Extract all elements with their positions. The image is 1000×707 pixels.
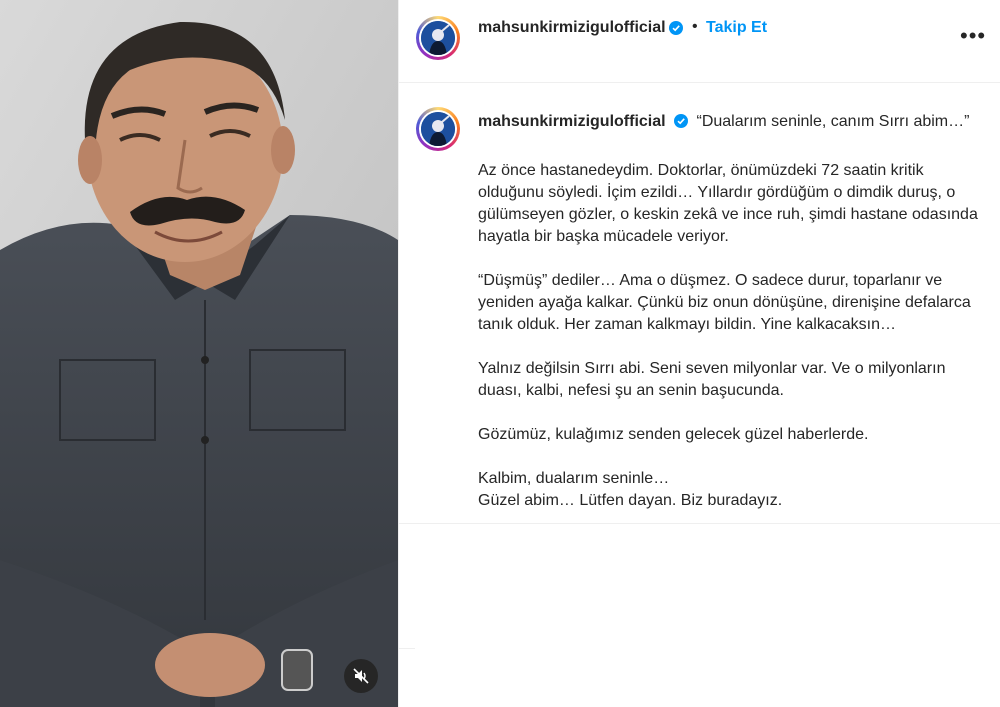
header-username[interactable]: mahsunkirmizigulofficial bbox=[478, 19, 666, 37]
caption-first-line: mahsunkirmizigulofficial “Dualarım senin… bbox=[478, 113, 998, 131]
separator-dot: • bbox=[692, 18, 698, 35]
avatar-image bbox=[421, 112, 455, 146]
caption-divider bbox=[399, 523, 1000, 524]
bottom-divider-fragment bbox=[399, 648, 415, 649]
verified-badge-icon bbox=[674, 114, 689, 128]
caption-quote: “Dualarım seninle, canım Sırrı abim…” bbox=[696, 113, 970, 130]
follow-button[interactable]: Takip Et bbox=[706, 19, 767, 37]
caption-paragraph: Kalbim, dualarım seninle… Güzel abim… Lü… bbox=[478, 470, 783, 509]
caption-body: Az önce hastanedeydim. Doktorlar, önümüz… bbox=[478, 160, 990, 534]
post-sidebar: mahsunkirmizigulofficial • Takip Et ••• … bbox=[399, 0, 1000, 707]
avatar[interactable] bbox=[416, 16, 460, 60]
mute-button[interactable] bbox=[344, 659, 378, 693]
caption-paragraph: Yalnız değilsin Sırrı abi. Seni seven mi… bbox=[478, 360, 946, 399]
post-media[interactable] bbox=[0, 0, 398, 707]
caption-paragraph: “Düşmüş” dediler… Ama o düşmez. O sadece… bbox=[478, 272, 971, 333]
more-horizontal-icon[interactable]: ••• bbox=[960, 25, 986, 47]
post-photo bbox=[0, 0, 398, 707]
verified-badge-icon bbox=[669, 21, 683, 35]
audio-muted-icon bbox=[353, 668, 369, 684]
post-header: mahsunkirmizigulofficial • Takip Et ••• bbox=[399, 0, 1000, 82]
caption-paragraph: Az önce hastanedeydim. Doktorlar, önümüz… bbox=[478, 162, 978, 245]
caption-paragraph: Gözümüz, kulağımız senden gelecek güzel … bbox=[478, 426, 869, 443]
avatar-image bbox=[421, 21, 455, 55]
caption-avatar[interactable] bbox=[416, 107, 460, 151]
caption-username[interactable]: mahsunkirmizigulofficial bbox=[478, 113, 666, 130]
